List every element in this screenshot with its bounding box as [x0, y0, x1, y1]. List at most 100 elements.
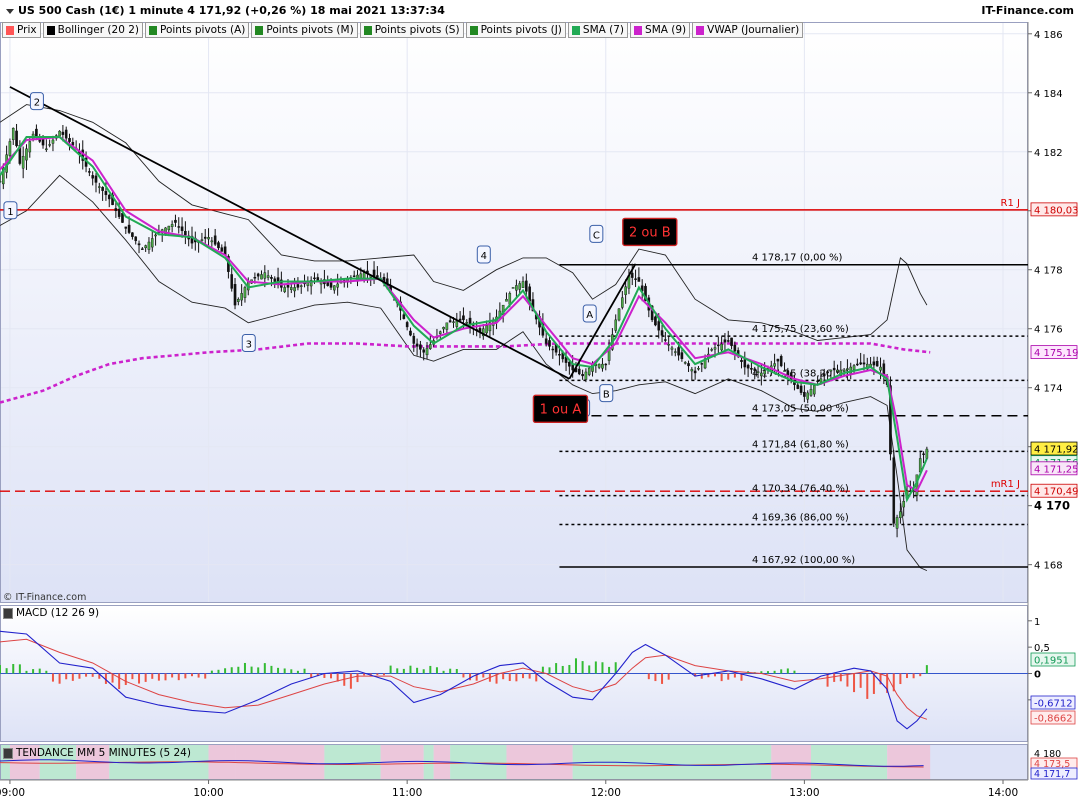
candle-body	[617, 308, 621, 321]
macd-histogram-bar	[720, 673, 723, 682]
macd-histogram-bar	[32, 669, 35, 674]
macd-histogram-bar	[469, 673, 472, 681]
macd-histogram-bar	[588, 665, 591, 674]
candle-body	[230, 274, 234, 289]
macd-histogram-bar	[482, 673, 485, 678]
legend-item[interactable]: VWAP (Journalier)	[692, 22, 804, 38]
macd-histogram-bar	[429, 665, 432, 674]
candle-body	[829, 369, 833, 372]
candle-body	[177, 226, 181, 228]
candle-body	[124, 226, 128, 229]
legend-item[interactable]: Points pivots (J)	[465, 22, 566, 38]
collapse-arrow-icon[interactable]	[6, 9, 14, 14]
macd-histogram-bar	[872, 673, 875, 694]
fibonacci-label: 4 173,05 (50,00 %)	[752, 404, 849, 415]
candle-body	[290, 287, 293, 290]
candle-body	[856, 363, 859, 366]
brand-label[interactable]: IT-Finance.com	[981, 4, 1074, 17]
macd-histogram-bar	[912, 673, 915, 679]
legend-swatch-icon	[255, 25, 264, 35]
macd-histogram-bar	[462, 673, 465, 678]
macd-histogram-bar	[283, 668, 286, 674]
y-tick-label: 4 184	[1034, 89, 1063, 100]
candle-body	[726, 340, 730, 342]
macd-price-tag-label: -0,8662	[1034, 714, 1073, 725]
macd-histogram-bar	[846, 673, 849, 687]
candle-body	[425, 348, 429, 356]
candle-body	[832, 367, 836, 371]
candle-body	[902, 501, 905, 508]
candle-body	[753, 368, 757, 371]
candle-body	[624, 286, 627, 295]
macd-histogram-bar	[257, 667, 260, 674]
candle-body	[465, 322, 469, 324]
chart-canvas[interactable]: R1 J mR1 J 4 178,17 (0,00 %) 4 175,75 (23,6…	[0, 0, 1080, 800]
macd-histogram-bar	[91, 673, 94, 677]
candle-body	[763, 370, 766, 375]
price-tag-label: 4 171,25	[1034, 464, 1079, 475]
legend-item[interactable]: SMA (7)	[567, 22, 629, 38]
macd-pane-label[interactable]: MACD (12 26 9)	[3, 607, 99, 619]
candle-body	[730, 337, 733, 347]
legend-item[interactable]: Points pivots (S)	[359, 22, 464, 38]
legend-item[interactable]: SMA (9)	[630, 22, 691, 38]
macd-histogram-bar	[528, 673, 531, 679]
candle-body	[51, 139, 55, 144]
candle-body	[8, 141, 12, 156]
candle-body	[256, 273, 260, 277]
macd-histogram-bar	[277, 667, 280, 674]
candle-body	[445, 322, 449, 330]
candle-body	[91, 175, 94, 179]
macd-histogram-bar	[839, 673, 842, 682]
macd-price-tag-label: -0,6712	[1034, 699, 1073, 710]
macd-histogram-bar	[594, 661, 597, 674]
macd-histogram-bar	[389, 665, 392, 674]
candle-body	[362, 272, 366, 279]
candle-body	[806, 392, 809, 400]
tendance-pane-label[interactable]: TENDANCE MM 5 MINUTES (5 24)	[3, 747, 191, 759]
candle-body	[68, 138, 71, 142]
legend-swatch-icon	[469, 25, 478, 35]
macd-histogram-bar	[422, 669, 425, 674]
macd-histogram-bar	[217, 669, 220, 674]
legend-item[interactable]: Points pivots (M)	[251, 22, 358, 38]
candle-body	[733, 344, 737, 352]
fibonacci-label: 4 171,84 (61,80 %)	[752, 439, 849, 450]
candle-body	[581, 374, 584, 377]
candle-body	[220, 247, 224, 252]
legend-item[interactable]: Points pivots (A)	[145, 22, 250, 38]
legend-item[interactable]: Prix	[2, 22, 41, 38]
macd-histogram-bar	[25, 670, 28, 674]
candle-body	[872, 361, 876, 366]
macd-histogram-bar	[376, 673, 379, 676]
candle-body	[760, 372, 763, 377]
macd-y-tick-label: 0	[1034, 670, 1041, 681]
macd-histogram-bar	[899, 673, 902, 685]
candle-body	[237, 299, 240, 302]
candle-body	[455, 320, 459, 327]
candle-body	[796, 384, 800, 389]
macd-histogram-bar	[455, 668, 458, 674]
candle-body	[273, 278, 277, 282]
macd-histogram-bar	[667, 673, 670, 680]
legend-label: Points pivots (A)	[160, 24, 246, 36]
candle-body	[217, 242, 220, 249]
candle-body	[422, 349, 426, 353]
macd-histogram-bar	[833, 673, 836, 682]
candle-body	[137, 243, 141, 246]
candle-body	[713, 347, 717, 350]
candle-body	[577, 368, 581, 375]
candle-body	[677, 347, 680, 356]
candle-body	[667, 344, 670, 346]
candle-body	[442, 327, 445, 330]
macd-y-tick-label: 1	[1034, 617, 1040, 628]
macd-histogram-bar	[919, 673, 922, 677]
macd-histogram-bar	[237, 666, 240, 674]
macd-histogram-bar	[356, 673, 359, 683]
x-tick-label: 09:00	[0, 787, 25, 799]
macd-histogram-bar	[601, 662, 604, 674]
candle-body	[697, 368, 700, 370]
x-tick-label: 10:00	[193, 787, 223, 799]
trend-segment	[811, 744, 888, 780]
legend-item[interactable]: Bollinger (20 2)	[42, 22, 143, 38]
